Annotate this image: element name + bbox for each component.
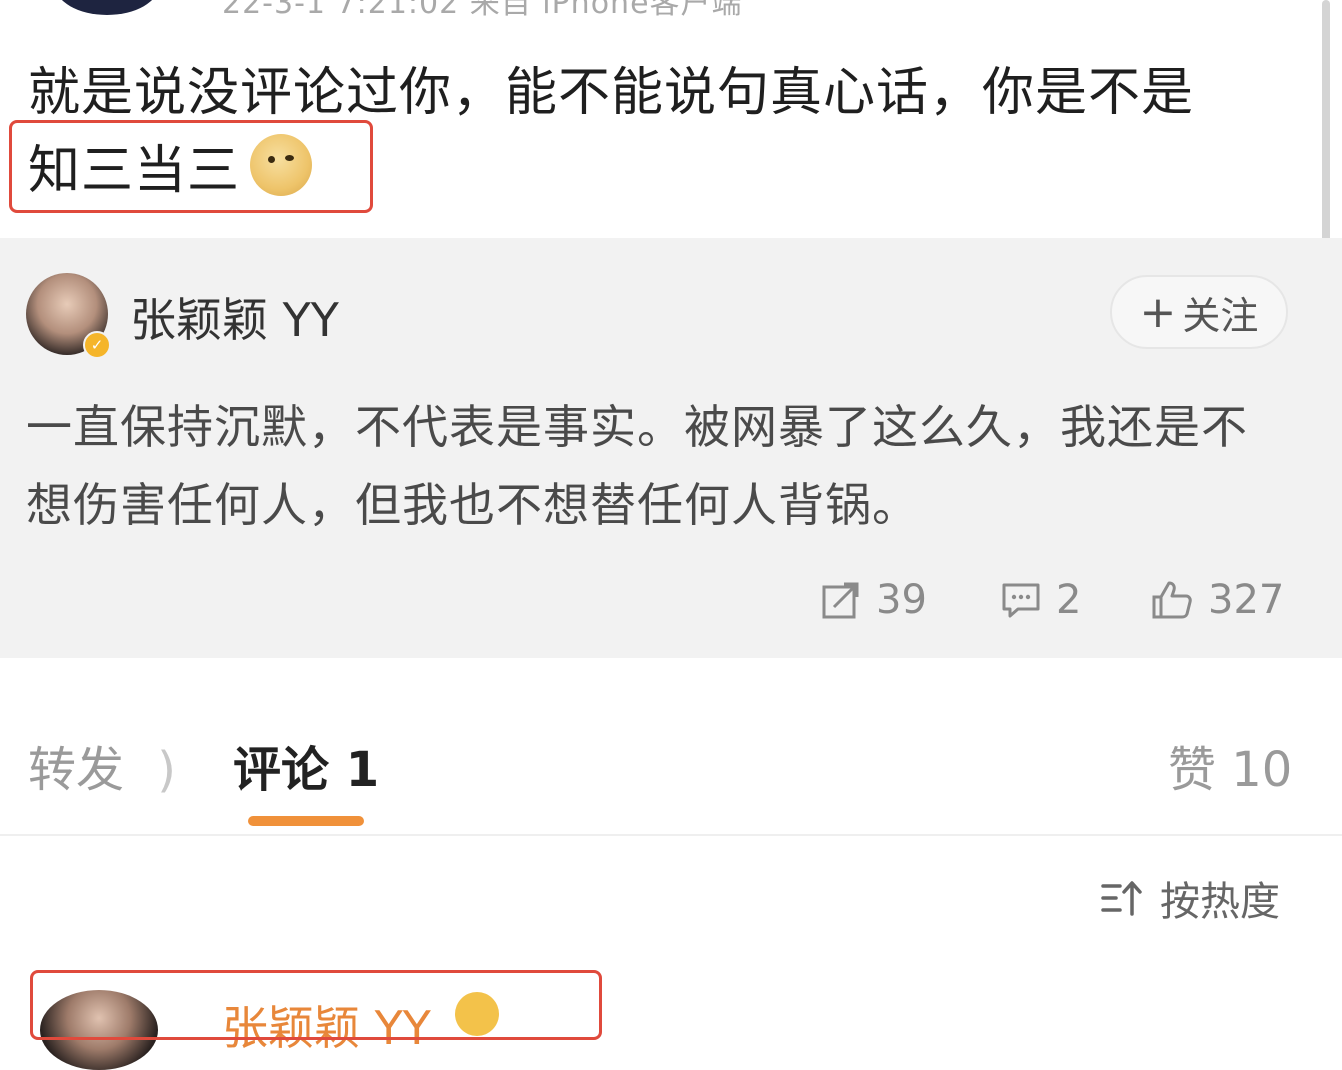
sort-label: 按热度	[1160, 879, 1280, 925]
repost-stat[interactable]: 39	[820, 573, 927, 627]
tab-repost[interactable]: 转发 )	[28, 730, 176, 800]
comment-icon	[1002, 583, 1040, 618]
follow-label: 关注	[1182, 293, 1259, 338]
like-count: 327	[1208, 577, 1285, 623]
highlight-annotation-box	[9, 120, 373, 213]
quoted-author-name[interactable]: 张颖颖 YY	[130, 284, 339, 350]
post-meta: 22-3-1 7:21:02 来自 iPhone客户端	[222, 0, 743, 21]
sort-icon	[1101, 881, 1142, 916]
like-stat[interactable]: 327	[1150, 573, 1284, 627]
comment-stat[interactable]: 2	[1000, 573, 1081, 627]
divider	[0, 834, 1342, 836]
plus-icon: +	[1139, 286, 1177, 338]
sort-button[interactable]: 按热度	[1100, 870, 1280, 926]
thumbs-up-icon	[1152, 581, 1192, 619]
comment-count: 2	[1056, 577, 1082, 623]
tab-like[interactable]: 赞 10	[1168, 730, 1292, 800]
tab-repost-count: )	[157, 742, 177, 798]
post-author-avatar[interactable]	[55, 0, 159, 15]
tab-comment[interactable]: 评论 1	[233, 730, 379, 800]
share-icon	[822, 582, 859, 619]
highlight-annotation-box-bottom	[30, 970, 602, 1040]
active-tab-indicator	[248, 816, 364, 826]
scrollbar[interactable]	[1322, 0, 1330, 270]
quoted-post-text: 一直保持沉默，不代表是事实。被网暴了这么久，我还是不想伤害任何人，但我也不想替任…	[26, 400, 1248, 532]
tab-repost-label: 转发	[28, 742, 125, 798]
follow-button[interactable]: + 关注	[1110, 275, 1288, 349]
verified-badge-icon: ✓	[83, 331, 111, 359]
repost-count: 39	[876, 577, 927, 623]
